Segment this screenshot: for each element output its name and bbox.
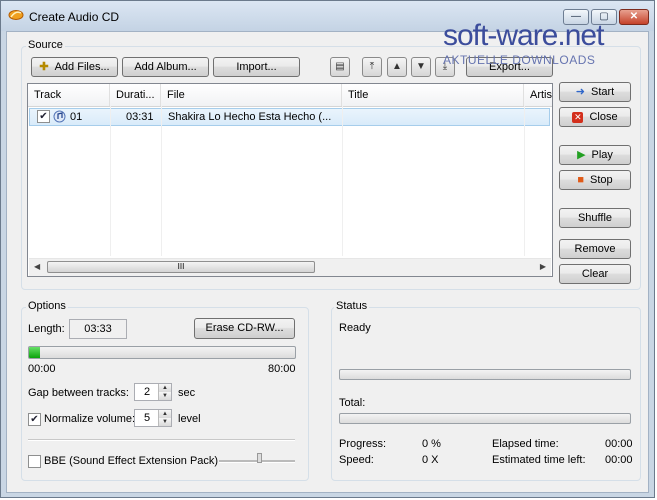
watermark-logo: soft-ware.net [443, 19, 604, 52]
capacity-fill [29, 347, 40, 358]
speed-value: 0 X [422, 454, 439, 466]
progress-label: Progress: [339, 438, 387, 450]
arrow-right-icon: ➜ [575, 86, 585, 99]
close-button[interactable]: ✕ Close [559, 107, 631, 127]
normalize-value[interactable]: 5 [135, 410, 159, 426]
stop-label: Stop [590, 174, 613, 186]
track-file: Shakira Lo Hecho Esta Hecho (... [168, 111, 332, 123]
total-progress-bar [339, 413, 631, 424]
length-label: Length: [28, 323, 65, 335]
plus-icon: ✚ [39, 61, 49, 74]
normalize-checkbox[interactable]: ✔ [28, 413, 41, 426]
column-title[interactable]: Title [342, 84, 524, 106]
properties-icon[interactable]: ▤ [330, 57, 350, 77]
remaining-label: Estimated time left: [492, 454, 586, 466]
scroll-left-icon[interactable]: ◀ [34, 262, 40, 271]
audio-file-icon [53, 110, 66, 123]
scroll-thumb[interactable]: III [47, 261, 315, 273]
normalize-label: Normalize volume: [44, 413, 136, 425]
normalize-increase-icon[interactable]: ▲ [158, 410, 171, 418]
start-button[interactable]: ➜ Start [559, 82, 631, 102]
status-group-label: Status [334, 300, 370, 312]
normalize-unit: level [178, 413, 201, 425]
options-divider [28, 439, 295, 441]
source-group-label: Source [26, 39, 65, 51]
watermark-tagline: AKTUELLE DOWNLOADS [443, 53, 596, 67]
add-files-button[interactable]: ✚ Add Files... [31, 57, 118, 77]
track-duration: 03:31 [126, 111, 154, 123]
play-icon: ▶ [577, 149, 586, 162]
import-button[interactable]: Import... [213, 57, 300, 77]
gap-stepper[interactable]: 2 ▲ ▼ [134, 383, 172, 401]
speed-label: Speed: [339, 454, 374, 466]
gap-value[interactable]: 2 [135, 384, 159, 400]
track-progress-bar [339, 369, 631, 380]
start-label: Start [590, 86, 615, 98]
app-window: Create Audio CD — ▢ ✕ Source ✚ Add Files.… [0, 0, 655, 498]
column-duration[interactable]: Durati... [110, 84, 161, 106]
gap-decrease-icon[interactable]: ▼ [158, 392, 171, 400]
stop-button[interactable]: ■ Stop [559, 170, 631, 190]
play-label: Play [591, 149, 613, 161]
normalize-decrease-icon[interactable]: ▼ [158, 418, 171, 426]
table-row[interactable]: ✔ 01 03:31 Shakira Lo Hecho Esta Hecho (… [29, 108, 550, 126]
shuffle-button[interactable]: Shuffle [559, 208, 631, 228]
track-list-header: Track Durati... File Title Artis [28, 84, 552, 107]
audio-cd-app-icon [8, 10, 24, 20]
add-files-label: Add Files... [54, 61, 110, 73]
capacity-bar [28, 346, 296, 359]
options-group-label: Options [26, 300, 68, 312]
play-button[interactable]: ▶ Play [559, 145, 631, 165]
gap-unit: sec [178, 387, 196, 399]
track-number: 01 [70, 111, 83, 123]
bbe-checkbox[interactable] [28, 455, 41, 468]
erase-cdrw-button[interactable]: Erase CD-RW... [194, 318, 295, 339]
total-label: Total: [339, 397, 366, 409]
status-text: Ready [339, 322, 371, 334]
clear-button[interactable]: Clear [559, 264, 631, 284]
window-title: Create Audio CD [29, 10, 120, 24]
close-label: Close [589, 111, 618, 123]
column-artist[interactable]: Artis [524, 84, 552, 106]
gap-increase-icon[interactable]: ▲ [158, 384, 171, 392]
move-top-icon[interactable]: ⤒ [362, 57, 382, 77]
elapsed-value: 00:00 [605, 438, 633, 450]
status-group [331, 307, 641, 481]
remaining-value: 00:00 [605, 454, 633, 466]
progress-value: 0 % [422, 438, 441, 450]
move-down-icon[interactable]: ▼ [411, 57, 431, 77]
normalize-stepper[interactable]: 5 ▲ ▼ [134, 409, 172, 427]
bbe-slider-thumb[interactable] [257, 453, 262, 463]
column-track[interactable]: Track [28, 84, 110, 106]
capacity-end: 80:00 [268, 363, 296, 375]
add-album-button[interactable]: Add Album... [122, 57, 209, 77]
stop-icon: ■ [577, 174, 584, 187]
column-file[interactable]: File [161, 84, 342, 106]
gap-label: Gap between tracks: [28, 387, 129, 399]
remove-button[interactable]: Remove [559, 239, 631, 259]
move-up-icon[interactable]: ▲ [387, 57, 407, 77]
track-list[interactable]: Track Durati... File Title Artis ✔ 01 03… [27, 83, 553, 277]
elapsed-label: Elapsed time: [492, 438, 559, 450]
close-window-button[interactable]: ✕ [619, 9, 649, 25]
track-checkbox[interactable]: ✔ [37, 110, 50, 123]
horizontal-scrollbar[interactable]: ◀ III ▶ [29, 258, 551, 276]
close-icon: ✕ [572, 111, 584, 123]
bbe-label: BBE (Sound Effect Extension Pack) [44, 455, 219, 467]
length-field: 03:33 [69, 319, 127, 339]
scroll-right-icon[interactable]: ▶ [540, 262, 546, 271]
capacity-start: 00:00 [28, 363, 56, 375]
